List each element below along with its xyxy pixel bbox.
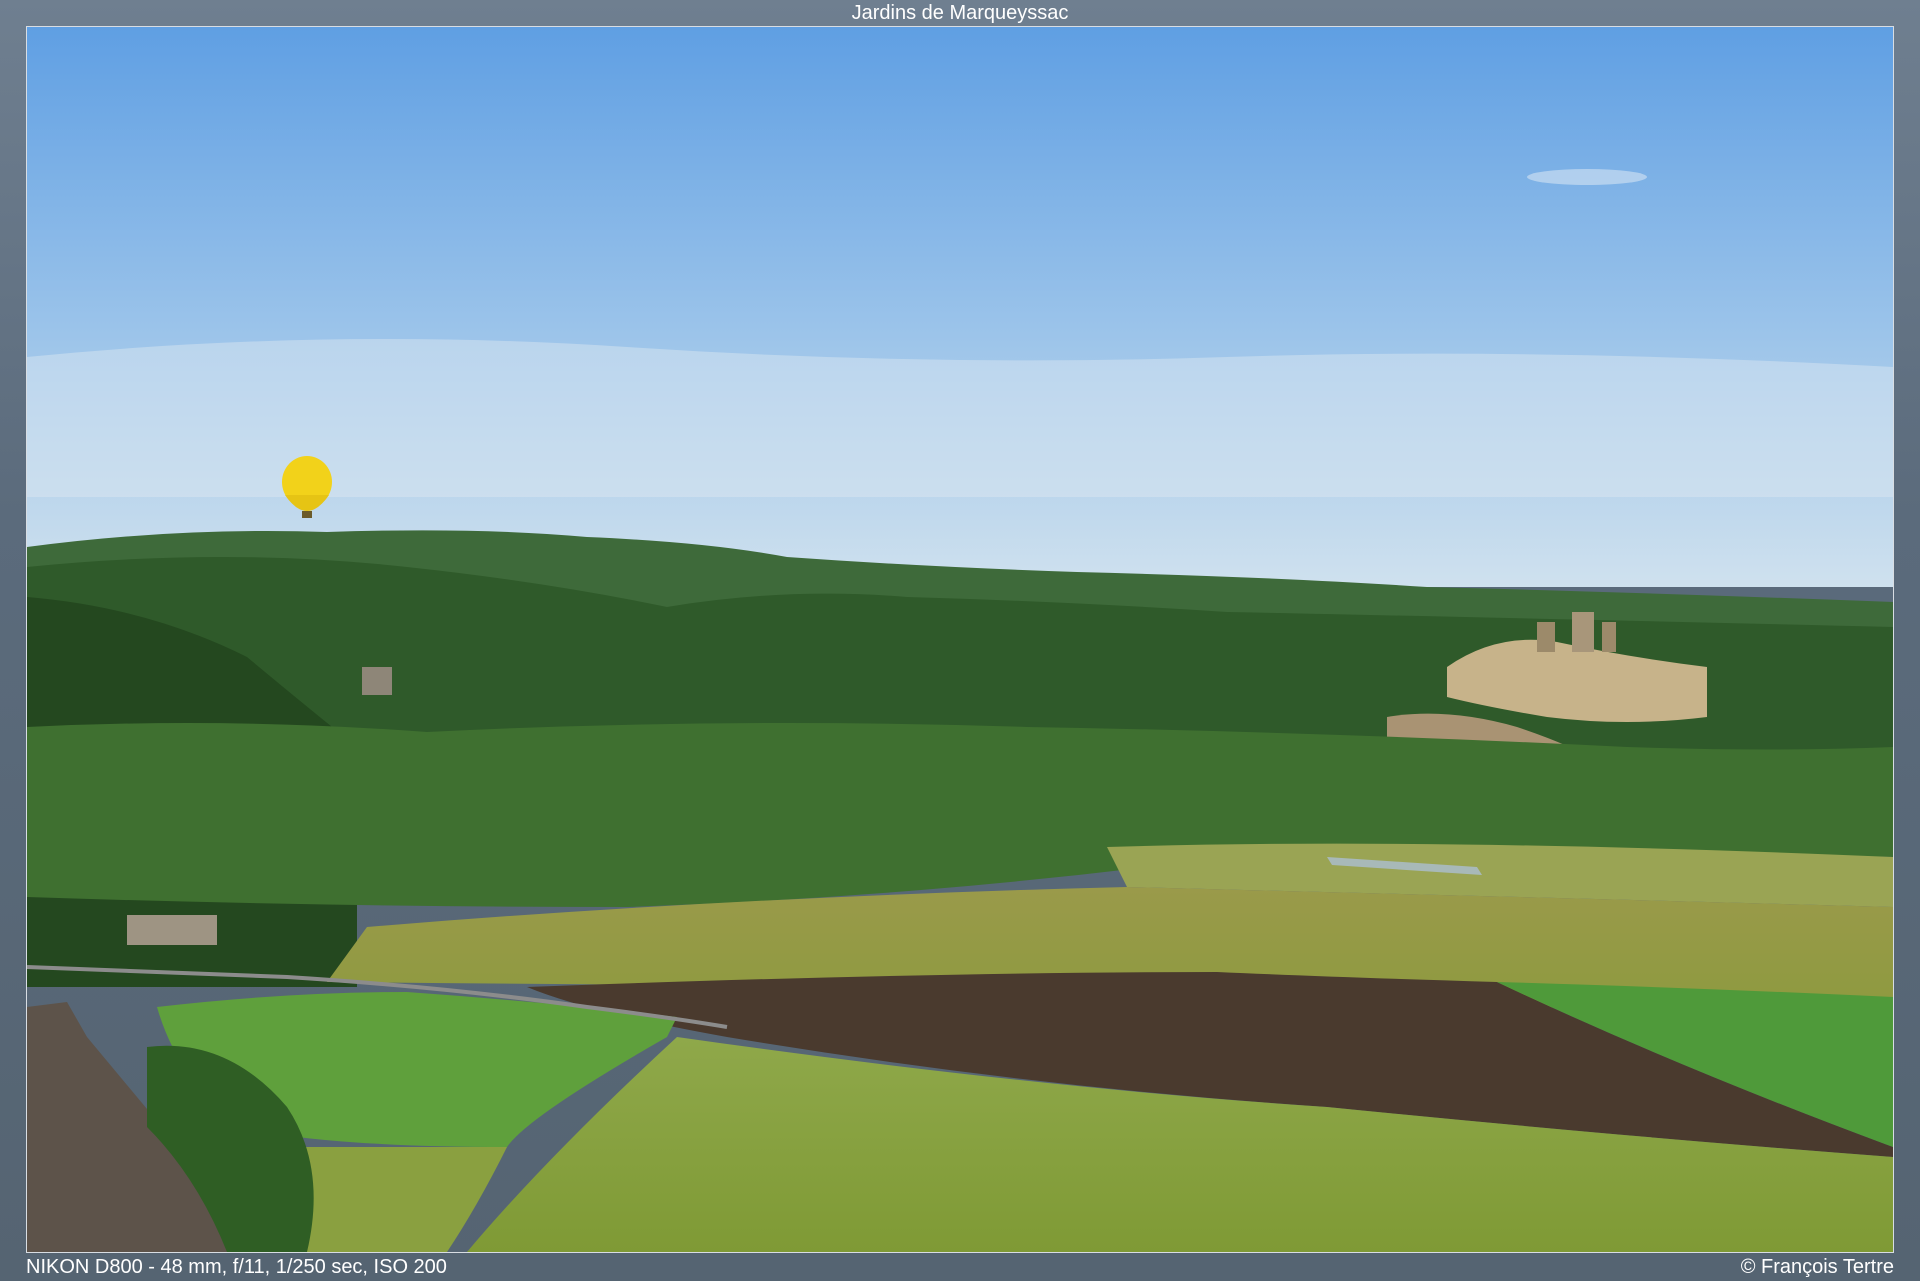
chateau-left (362, 667, 392, 695)
photo-footer: NIKON D800 - 48 mm, f/11, 1/250 sec, ISO… (26, 1254, 1894, 1281)
photo-title: Jardins de Marqueyssac (851, 2, 1069, 24)
house-left (127, 915, 217, 945)
copyright-notice: © François Tertre (1740, 1256, 1894, 1278)
exif-info: NIKON D800 - 48 mm, f/11, 1/250 sec, ISO… (26, 1256, 447, 1278)
landscape-photo (26, 26, 1894, 1253)
landscape-illustration (27, 27, 1893, 1252)
cloud (1527, 169, 1647, 185)
photo-viewer-frame: Jardins de Marqueyssac NIKON D800 - 48 m… (0, 0, 1920, 1281)
